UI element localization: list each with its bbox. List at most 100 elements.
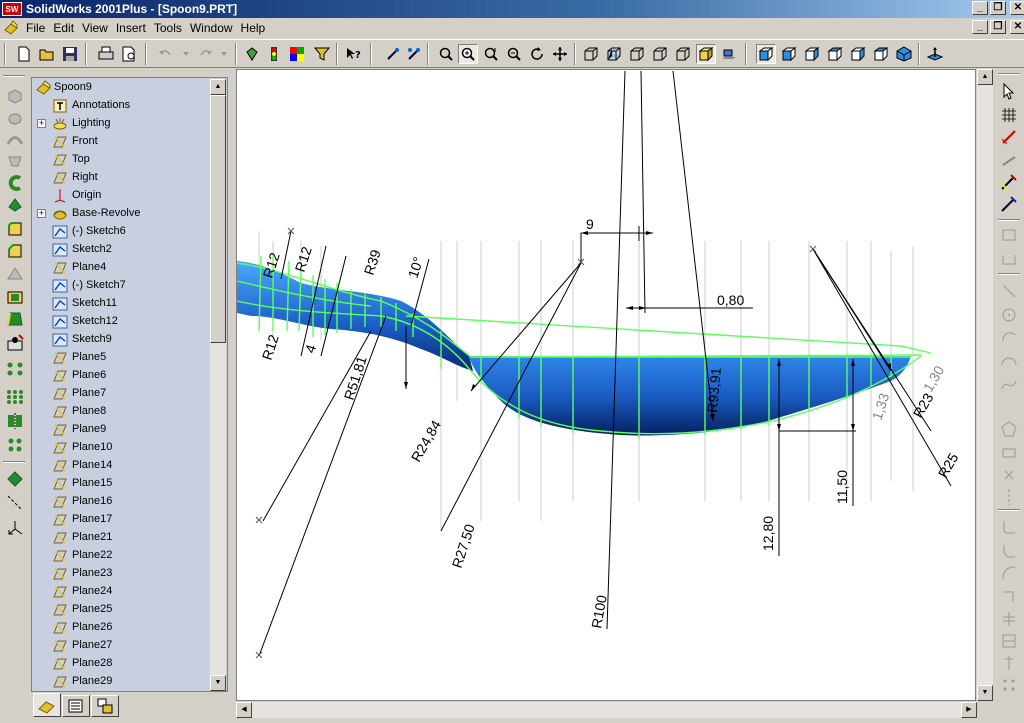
top-view-icon[interactable] [871,44,891,64]
coordinate-system-icon[interactable] [5,517,25,537]
doc-close-button[interactable]: ✕ [1010,20,1024,34]
reference-axis-icon[interactable] [5,493,25,513]
tree-item[interactable]: Plane27 [32,637,212,655]
traffic-light-icon[interactable] [264,44,284,64]
hole-wizard-icon[interactable] [5,333,25,353]
shell-icon[interactable] [5,287,25,307]
rectangle-tool-icon[interactable] [999,443,1019,463]
front-view-icon[interactable] [779,44,799,64]
sketch-tool-icon[interactable] [999,173,1019,193]
tree-item[interactable]: + Base-Revolve [32,205,212,223]
undo-dropdown-icon[interactable] [176,44,196,64]
tree-item[interactable]: Plane6 [32,367,212,385]
sketch-icon[interactable] [383,44,403,64]
tree-item[interactable]: Plane22 [32,547,212,565]
add-relation-icon[interactable] [999,151,1019,171]
tree-item[interactable]: Plane10 [32,439,212,457]
scroll-left-arrow-icon[interactable]: ◀ [236,702,252,718]
tree-item[interactable]: Plane14 [32,457,212,475]
rotate-view-icon[interactable] [527,44,547,64]
tree-item[interactable]: Plane4 [32,259,212,277]
smart-dimension-icon[interactable] [999,127,1019,147]
polygon-tool-icon[interactable] [999,419,1019,439]
tree-item[interactable]: Sketch12 [32,313,212,331]
swept-boss-icon[interactable] [5,129,25,149]
sketch-chamfer-icon[interactable] [999,541,1019,561]
tree-item[interactable]: Plane25 [32,601,212,619]
extend-icon[interactable] [999,587,1019,607]
centerline-tool-icon[interactable] [999,487,1019,507]
linear-pattern-icon[interactable] [5,359,25,379]
pan-icon[interactable] [550,44,570,64]
trim-icon[interactable] [999,563,1019,583]
tree-item[interactable]: + Lighting [32,115,212,133]
zoom-to-selection-icon[interactable] [504,44,524,64]
scroll-thumb[interactable] [210,95,226,343]
point-tool-icon[interactable] [999,465,1019,485]
tree-item[interactable]: Plane23 [32,565,212,583]
grid-icon[interactable] [999,105,1019,125]
fillet-icon[interactable] [5,219,25,239]
mirror-all-icon[interactable] [5,435,25,455]
select-pointer-icon[interactable] [999,81,1019,101]
tree-item[interactable]: (-) Sketch6 [32,223,212,241]
mirror-sketch-icon[interactable] [999,609,1019,629]
extruded-boss-icon[interactable] [5,85,25,105]
tab-featuremanager[interactable] [33,693,61,717]
scroll-down-arrow-icon[interactable]: ▼ [210,675,226,691]
hidden-lines-gray-icon[interactable] [604,44,624,64]
tree-item[interactable]: Plane16 [32,493,212,511]
tree-item[interactable]: Front [32,133,212,151]
menu-file[interactable]: File [24,21,51,35]
tree-item[interactable]: Top [32,151,212,169]
mirror-feature-icon[interactable] [5,411,25,431]
tree-item[interactable]: Plane5 [32,349,212,367]
menu-view[interactable]: View [80,21,114,35]
rib-icon[interactable] [5,263,25,283]
save-icon[interactable] [60,44,80,64]
revolved-boss-icon[interactable] [5,107,25,127]
shaded-icon[interactable] [673,44,693,64]
linear-sketch-pattern-icon[interactable] [999,631,1019,651]
redo-icon[interactable] [196,44,216,64]
tangent-arc-icon[interactable] [999,351,1019,371]
wireframe-icon[interactable] [581,44,601,64]
tree-item[interactable]: (-) Sketch7 [32,277,212,295]
tree-item[interactable]: Plane28 [32,655,212,673]
spoon-model-drawing[interactable]: 9 0,80 R12 R12 R39 10° R12 4 R51,81 R24,… [237,70,976,701]
tab-configurationmanager[interactable] [91,695,119,717]
scroll-up-arrow-icon[interactable]: ▲ [977,69,993,85]
undo-icon[interactable] [155,44,175,64]
3d-sketch-icon[interactable] [404,44,424,64]
tree-item[interactable]: Sketch11 [32,295,212,313]
shadows-icon[interactable] [719,44,739,64]
sketch-fillet-icon[interactable] [999,517,1019,537]
expand-toggle-icon[interactable]: + [37,119,46,128]
left-view-icon[interactable] [825,44,845,64]
close-button[interactable]: ✕ [1010,1,1024,15]
tree-item[interactable]: Plane29 [32,673,212,691]
normal-to-icon[interactable] [925,44,945,64]
rebuild-icon[interactable] [242,44,262,64]
graphics-viewport[interactable]: 9 0,80 R12 R12 R39 10° R12 4 R51,81 R24,… [236,69,976,701]
lofted-boss-icon[interactable] [5,151,25,171]
doc-restore-button[interactable]: ❐ [990,20,1006,34]
move-entities-icon[interactable] [999,675,1019,695]
tree-item[interactable]: Sketch9 [32,331,212,349]
scroll-down-arrow-icon[interactable]: ▼ [977,685,993,701]
print-icon[interactable] [96,44,116,64]
scroll-up-arrow-icon[interactable]: ▲ [210,79,226,95]
menu-window[interactable]: Window [188,21,239,35]
modify-sketch-icon[interactable] [999,653,1019,673]
back-view-icon[interactable] [802,44,822,64]
chamfer-icon[interactable] [5,241,25,261]
line-tool-icon[interactable] [999,281,1019,301]
right-view-icon[interactable] [848,44,868,64]
minimize-button[interactable]: _ [972,1,988,15]
tab-propertymanager[interactable] [62,695,90,717]
tree-item[interactable]: Plane24 [32,583,212,601]
scroll-right-arrow-icon[interactable]: ▶ [961,702,977,718]
circle-tool-icon[interactable] [999,305,1019,325]
restore-button[interactable]: ❐ [990,1,1006,15]
tree-item[interactable]: Plane9 [32,421,212,439]
